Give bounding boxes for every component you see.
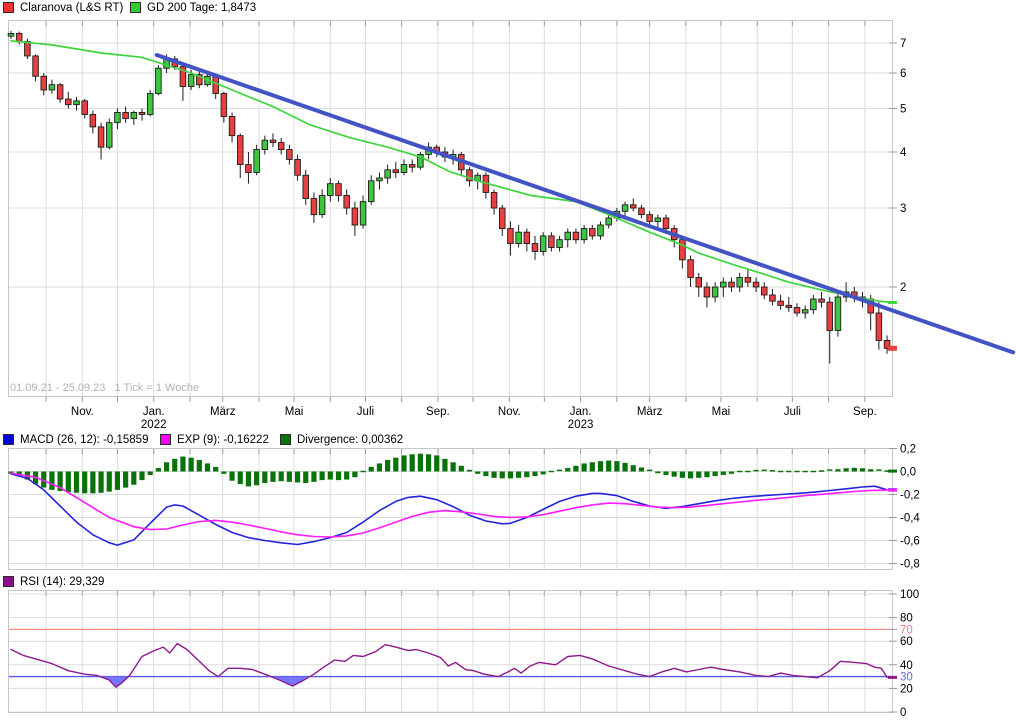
svg-text:Juli: Juli [357,406,374,418]
svg-text:-0,4: -0,4 [900,513,920,525]
svg-text:70: 70 [900,624,913,636]
gd200-series-label: GD 200 Tage: 1,8473 [147,1,257,14]
panel-border [8,590,893,713]
svg-text:7: 7 [900,38,906,50]
svg-text:2: 2 [900,282,906,294]
macd-series-swatch [3,434,14,445]
svg-text:Jan.: Jan. [570,406,592,418]
svg-text:Juli: Juli [784,406,801,418]
svg-text:Nov.: Nov. [71,406,94,418]
legend-exp: EXP (9): -0,16222 [160,433,269,446]
svg-text:0,0: 0,0 [900,467,916,479]
svg-text:3: 3 [900,203,906,215]
rsi-series-swatch [3,576,14,587]
svg-text:Mai: Mai [712,406,731,418]
stock-chart-page: Nov. Jan. 2022 März Mai Juli Sep. Nov. Jan. 2023 M… [0,0,1016,722]
divergence-series-swatch [280,434,291,445]
svg-text:Jan.: Jan. [143,406,165,418]
svg-text:-0,8: -0,8 [900,559,920,571]
period-info-text: 01.09.21 - 25.09.23 1 Tick = 1 Woche [10,382,200,394]
price-panel[interactable]: Nov. Jan.2022März Mai Juli Sep. Nov. Jan.2023M… [7,20,1016,432]
rsi-series-label: RSI (14): 29,329 [20,575,105,588]
svg-text:60: 60 [900,636,913,648]
svg-text:80: 80 [900,613,913,625]
stock-chart-canvas[interactable]: Nov. Jan.2022März Mai Juli Sep. Nov. Jan.2023M… [0,0,1016,722]
svg-text:2022: 2022 [141,419,167,431]
svg-text:-0,6: -0,6 [900,536,920,548]
svg-text:6: 6 [900,68,906,80]
svg-text:0,2: 0,2 [900,444,916,456]
svg-text:5: 5 [900,104,906,116]
trendline [154,53,1016,355]
svg-text:2023: 2023 [568,419,594,431]
legend-rsi: RSI (14): 29,329 [3,575,104,588]
exp-series-swatch [160,434,171,445]
svg-text:März: März [210,406,236,418]
svg-text:März: März [637,406,663,418]
legend-claranova: Claranova (L&S RT) [3,1,123,14]
exp-series-label: EXP (9): -0,16222 [177,433,269,446]
gd200-series-swatch [130,2,141,13]
macd-panel[interactable]: 0,2 0,0 -0,2 -0,4 -0,6 -0,8 [8,444,920,571]
svg-text:Sep.: Sep. [853,406,877,418]
macd-series-label: MACD (26, 12): -0,15859 [20,433,149,446]
svg-text:30: 30 [900,672,913,684]
legend-macd: MACD (26, 12): -0,15859 [3,433,148,446]
rsi-panel[interactable]: 100 807060 403020 0 [8,589,920,719]
svg-text:100: 100 [900,589,919,601]
macd-line [10,472,888,546]
svg-text:20: 20 [900,683,913,695]
svg-text:0: 0 [900,707,906,719]
svg-text:4: 4 [900,147,907,159]
legend-divergence: Divergence: 0,00362 [280,433,403,446]
svg-text:Mai: Mai [285,406,304,418]
svg-text:40: 40 [900,660,913,672]
panel-border [8,448,893,570]
svg-text:Sep.: Sep. [426,406,450,418]
x-axis-month-labels: Nov. Jan.2022März Mai Juli Sep. Nov. Jan.2023M… [71,406,877,431]
claranova-series-label: Claranova (L&S RT) [20,1,124,14]
claranova-series-swatch [3,2,14,13]
rsi-line [10,642,888,688]
divergence-series-label: Divergence: 0,00362 [297,433,404,446]
svg-text:-0,2: -0,2 [900,490,920,502]
legend-gd200: GD 200 Tage: 1,8473 [130,1,256,14]
svg-text:Nov.: Nov. [498,406,521,418]
price-axis: 7 6 5 4 3 2 [888,38,907,351]
